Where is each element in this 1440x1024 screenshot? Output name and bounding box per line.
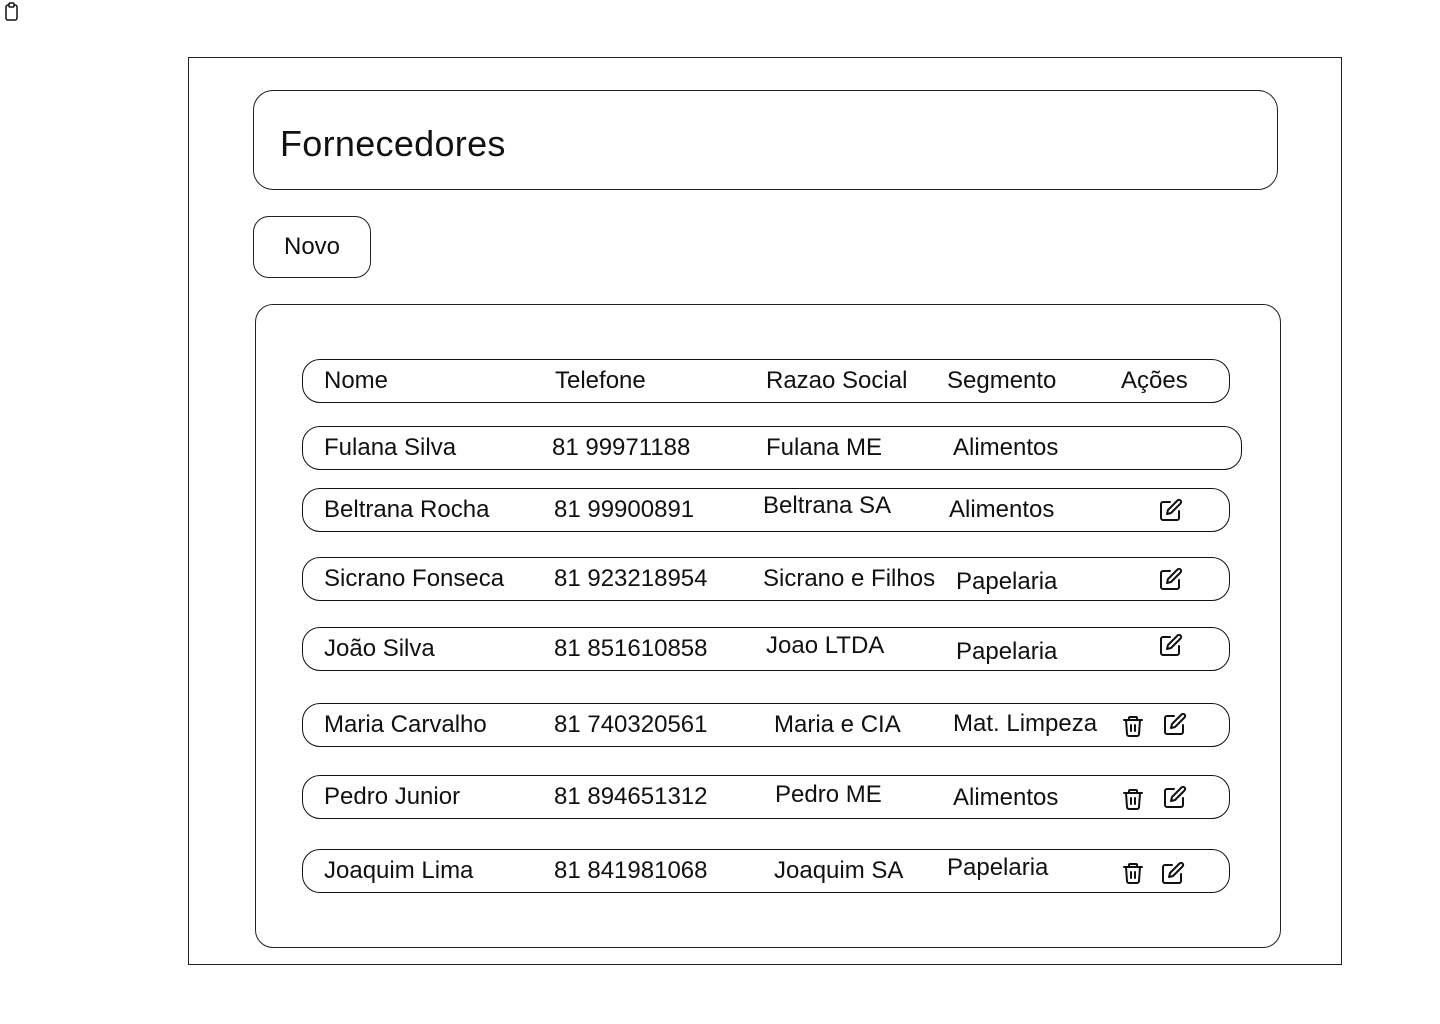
cell-nome: Maria Carvalho <box>324 711 487 738</box>
clipboard-icon <box>4 2 20 22</box>
cell-nome: Pedro Junior <box>324 783 461 810</box>
table-row: Sicrano Fonseca 81 923218954 Sicrano e F… <box>302 557 1230 601</box>
new-supplier-button[interactable]: Novo <box>253 216 371 278</box>
trash-icon[interactable] <box>1121 787 1145 811</box>
cell-telefone: 81 923218954 <box>554 565 708 592</box>
cell-nome: Sicrano Fonseca <box>324 565 505 592</box>
table-row: Fulana Silva 81 99971188 Fulana ME Alime… <box>302 426 1242 470</box>
cell-nome: Fulana Silva <box>324 434 457 461</box>
cell-segmento: Alimentos <box>953 784 1059 811</box>
cell-telefone: 81 851610858 <box>554 635 708 662</box>
cell-razao-social: Joao LTDA <box>766 632 885 659</box>
edit-icon[interactable] <box>1159 633 1183 657</box>
table-row: Pedro Junior 81 894651312 Pedro ME Alime… <box>302 775 1230 819</box>
cell-nome: Joaquim Lima <box>324 857 474 884</box>
cell-segmento: Papelaria <box>947 854 1049 881</box>
cell-segmento: Papelaria <box>956 638 1058 665</box>
header-acoes: Ações <box>1121 367 1188 394</box>
header-nome: Nome <box>324 367 389 394</box>
edit-icon[interactable] <box>1159 498 1183 522</box>
cell-telefone: 81 99900891 <box>554 496 695 523</box>
edit-icon[interactable] <box>1161 861 1185 885</box>
cell-razao-social: Joaquim SA <box>774 857 904 884</box>
table-row: Joaquim Lima 81 841981068 Joaquim SA Pap… <box>302 849 1230 893</box>
edit-icon[interactable] <box>1163 785 1187 809</box>
cell-segmento: Alimentos <box>949 496 1055 523</box>
edit-icon[interactable] <box>1159 567 1183 591</box>
cell-nome: João Silva <box>324 635 435 662</box>
cell-razao-social: Fulana ME <box>766 434 883 461</box>
cell-segmento: Papelaria <box>956 568 1058 595</box>
cell-segmento: Alimentos <box>953 434 1059 461</box>
header-telefone: Telefone <box>555 367 646 394</box>
cell-razao-social: Sicrano e Filhos <box>763 565 936 592</box>
page-title: Fornecedores <box>280 123 506 164</box>
table-header-row: Nome Telefone Razao Social Segmento Açõe… <box>302 359 1230 403</box>
cell-telefone: 81 841981068 <box>554 857 708 884</box>
table-row: Beltrana Rocha 81 99900891 Beltrana SA A… <box>302 488 1230 532</box>
cell-telefone: 81 740320561 <box>554 711 708 738</box>
header-razao-social: Razao Social <box>766 367 908 394</box>
trash-icon[interactable] <box>1121 861 1145 885</box>
cell-nome: Beltrana Rocha <box>324 496 490 523</box>
header-box: Fornecedores <box>253 90 1278 190</box>
cell-segmento: Mat. Limpeza <box>953 710 1098 737</box>
cell-telefone: 81 99971188 <box>552 434 691 461</box>
table-row: João Silva 81 851610858 Joao LTDA Papela… <box>302 627 1230 671</box>
table-row: Maria Carvalho 81 740320561 Maria e CIA … <box>302 703 1230 747</box>
edit-icon[interactable] <box>1163 712 1187 736</box>
header-segmento: Segmento <box>947 367 1057 394</box>
cell-telefone: 81 894651312 <box>554 783 708 810</box>
cell-razao-social: Beltrana SA <box>763 492 892 519</box>
cell-razao-social: Pedro ME <box>775 781 882 808</box>
cell-razao-social: Maria e CIA <box>774 711 901 738</box>
trash-icon[interactable] <box>1121 714 1145 738</box>
